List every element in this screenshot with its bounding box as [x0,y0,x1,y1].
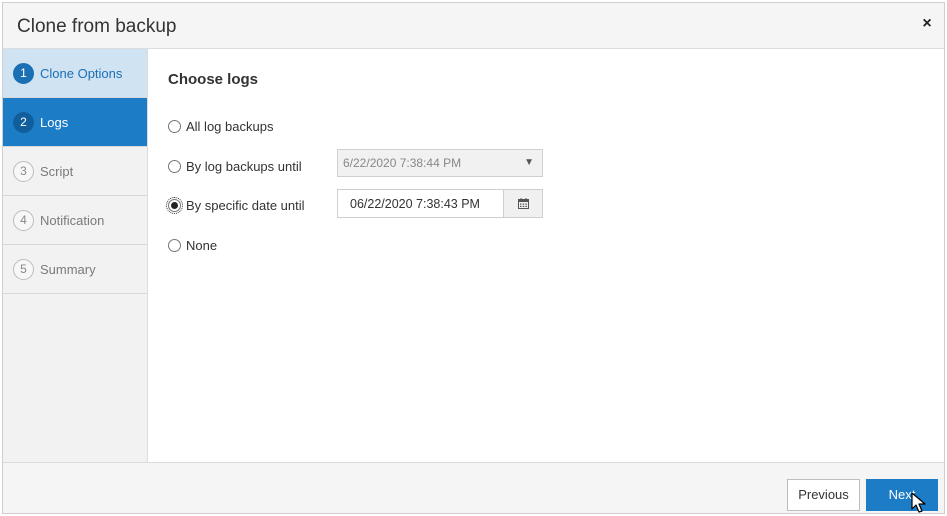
option-label: By specific date until [186,198,305,213]
option-label: By log backups until [186,159,302,174]
option-label: None [186,238,218,253]
step-label: Notification [40,212,105,228]
mouse-pointer-icon [911,492,926,513]
step-number: 4 [13,209,34,231]
calendar-button[interactable] [503,189,543,218]
radio-by-log-backups-until[interactable] [168,160,181,173]
step-script[interactable]: 3 Script [3,147,147,196]
option-label: All log backups [186,119,274,134]
chevron-down-icon: ▼ [524,157,534,168]
radio-none[interactable] [168,239,181,252]
wizard-steps-sidebar: 1 Clone Options 2 Logs 3 Script 4 Notifi… [3,49,148,462]
radio-by-specific-date-until[interactable] [166,197,183,214]
dialog-titlebar: Clone from backup × [3,3,944,49]
step-summary[interactable]: 5 Summary [3,245,147,294]
step-number: 1 [13,62,34,84]
section-title: Choose logs [168,71,259,88]
step-label: Logs [40,114,69,130]
step-number: 2 [13,111,34,133]
option-all-log-backups[interactable]: All log backups [168,119,273,134]
step-clone-options[interactable]: 1 Clone Options [3,49,147,98]
step-number: 3 [13,160,34,182]
dialog-title: Clone from backup [17,16,177,37]
option-none[interactable]: None [168,238,217,253]
dialog-footer: Previous Next [3,462,944,513]
step-number: 5 [13,258,34,280]
close-icon[interactable]: × [918,15,936,33]
step-label: Summary [40,261,96,277]
option-by-specific-date-until[interactable]: By specific date until [166,197,305,214]
specific-date-input[interactable] [337,189,504,218]
step-logs[interactable]: 2 Logs [3,98,147,147]
log-backup-select-value: 6/22/2020 7:38:44 PM [343,156,462,170]
calendar-icon [518,198,529,209]
radio-all-log-backups[interactable] [168,120,181,133]
previous-button[interactable]: Previous [787,479,860,511]
step-label: Script [40,163,74,179]
next-button[interactable]: Next [866,479,938,511]
step-notification[interactable]: 4 Notification [3,196,147,245]
clone-dialog: Clone from backup × 1 Clone Options 2 Lo… [2,2,945,514]
step-label: Clone Options [40,65,123,81]
option-by-log-backups-until[interactable]: By log backups until [168,159,302,174]
logs-panel: Choose logs All log backups By log backu… [149,49,944,462]
log-backup-select[interactable]: 6/22/2020 7:38:44 PM ▼ [337,149,543,177]
